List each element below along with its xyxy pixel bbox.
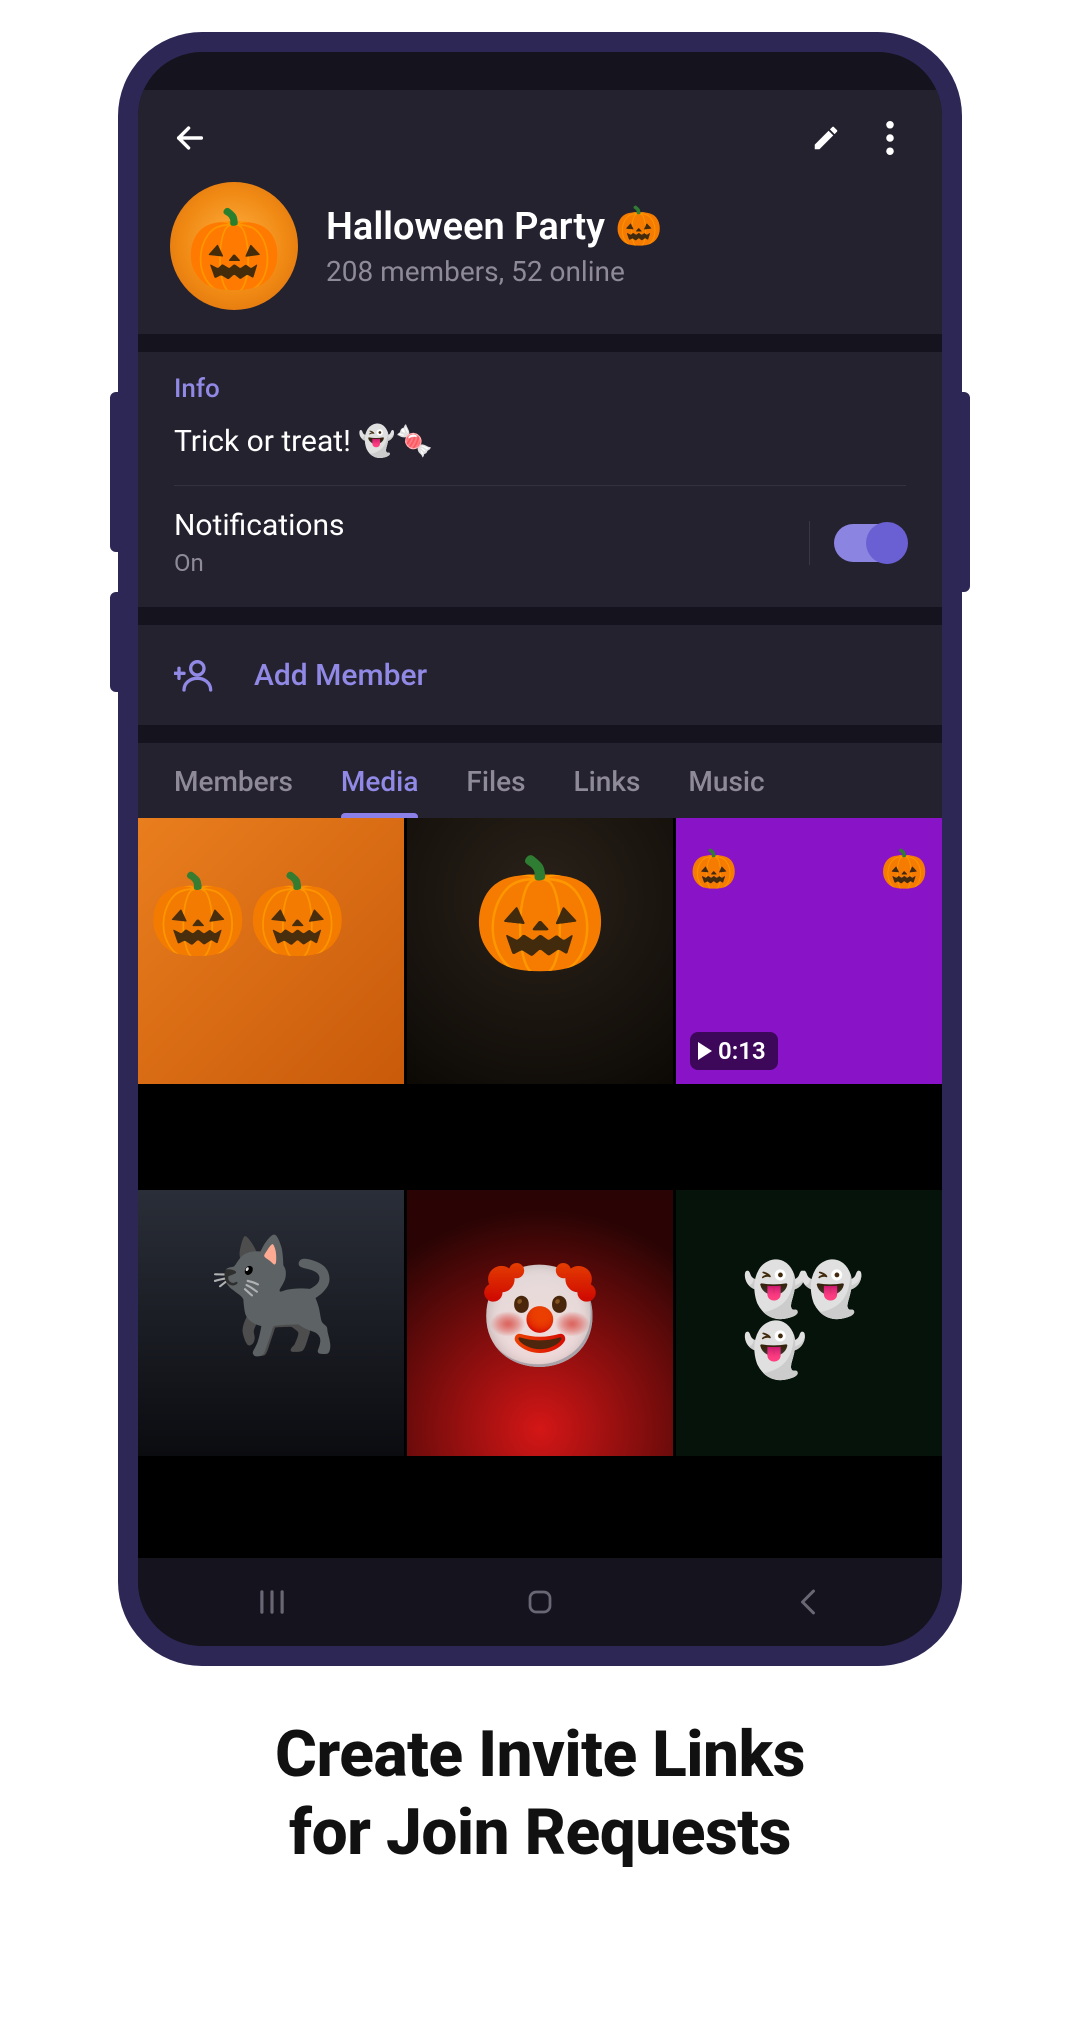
home-icon [525,1587,555,1617]
group-subtitle: 208 members, 52 online [326,255,662,288]
android-nav-bar [138,1558,942,1646]
video-duration: 0:13 [718,1037,766,1065]
add-member-button[interactable]: Add Member [138,625,942,725]
phone-power-button [960,392,970,592]
notifications-toggle[interactable] [834,524,906,562]
info-label: Info [174,374,906,404]
group-avatar[interactable] [170,182,298,310]
group-title-text: Halloween Party [326,205,605,249]
tab-links[interactable]: Links [574,743,641,818]
tab-media[interactable]: Media [341,743,419,818]
caption-line-1: Create Invite Links [0,1716,1080,1794]
add-member-label: Add Member [254,658,427,693]
pencil-icon [811,123,841,153]
tab-files[interactable]: Files [466,743,525,818]
media-thumbnail[interactable]: 0:13 [676,818,942,1084]
arrow-left-icon [173,121,207,155]
phone-frame: Halloween Party 🎃 208 members, 52 online… [118,32,962,1666]
media-thumbnail[interactable] [138,818,404,1084]
tab-music[interactable]: Music [688,743,764,818]
tab-members[interactable]: Members [174,743,293,818]
toggle-knob [866,522,908,564]
caption-line-2: for Join Requests [0,1794,1080,1872]
notifications-row[interactable]: Notifications On [174,486,906,603]
promo-caption: Create Invite Links for Join Requests [0,1716,1080,1872]
video-duration-badge: 0:13 [690,1032,778,1070]
edit-button[interactable] [798,110,854,166]
media-thumbnail[interactable] [407,818,673,1084]
recents-icon [257,1589,287,1615]
media-thumbnail[interactable] [407,1190,673,1456]
more-vert-icon [886,121,894,155]
nav-recents-button[interactable] [212,1589,332,1615]
notifications-state: On [174,549,345,577]
media-thumbnail[interactable] [676,1190,942,1456]
pumpkin-emoji: 🎃 [615,205,662,249]
nav-home-button[interactable] [480,1587,600,1617]
media-thumbnail[interactable] [138,1190,404,1456]
user-plus-icon [174,655,214,695]
phone-volume-button [110,392,120,552]
group-summary: Halloween Party 🎃 208 members, 52 online [162,170,918,310]
nav-back-button[interactable] [748,1587,868,1617]
chevron-left-icon [797,1587,819,1617]
phone-volume-button [110,592,120,692]
top-app-bar [162,106,918,170]
media-grid: 0:13 [138,818,942,1558]
back-button[interactable] [162,110,218,166]
play-icon [698,1042,712,1060]
divider [809,521,810,565]
info-section: Info Trick or treat! 👻🍬 Notifications On [138,352,942,607]
group-header: Halloween Party 🎃 208 members, 52 online [138,90,942,334]
info-description: Trick or treat! 👻🍬 [174,424,906,486]
status-bar [138,52,942,90]
group-title: Halloween Party 🎃 [326,205,662,249]
screen: Halloween Party 🎃 208 members, 52 online… [138,52,942,1646]
media-tabs: Members Media Files Links Music [138,743,942,818]
more-button[interactable] [862,110,918,166]
notifications-label: Notifications [174,508,345,543]
